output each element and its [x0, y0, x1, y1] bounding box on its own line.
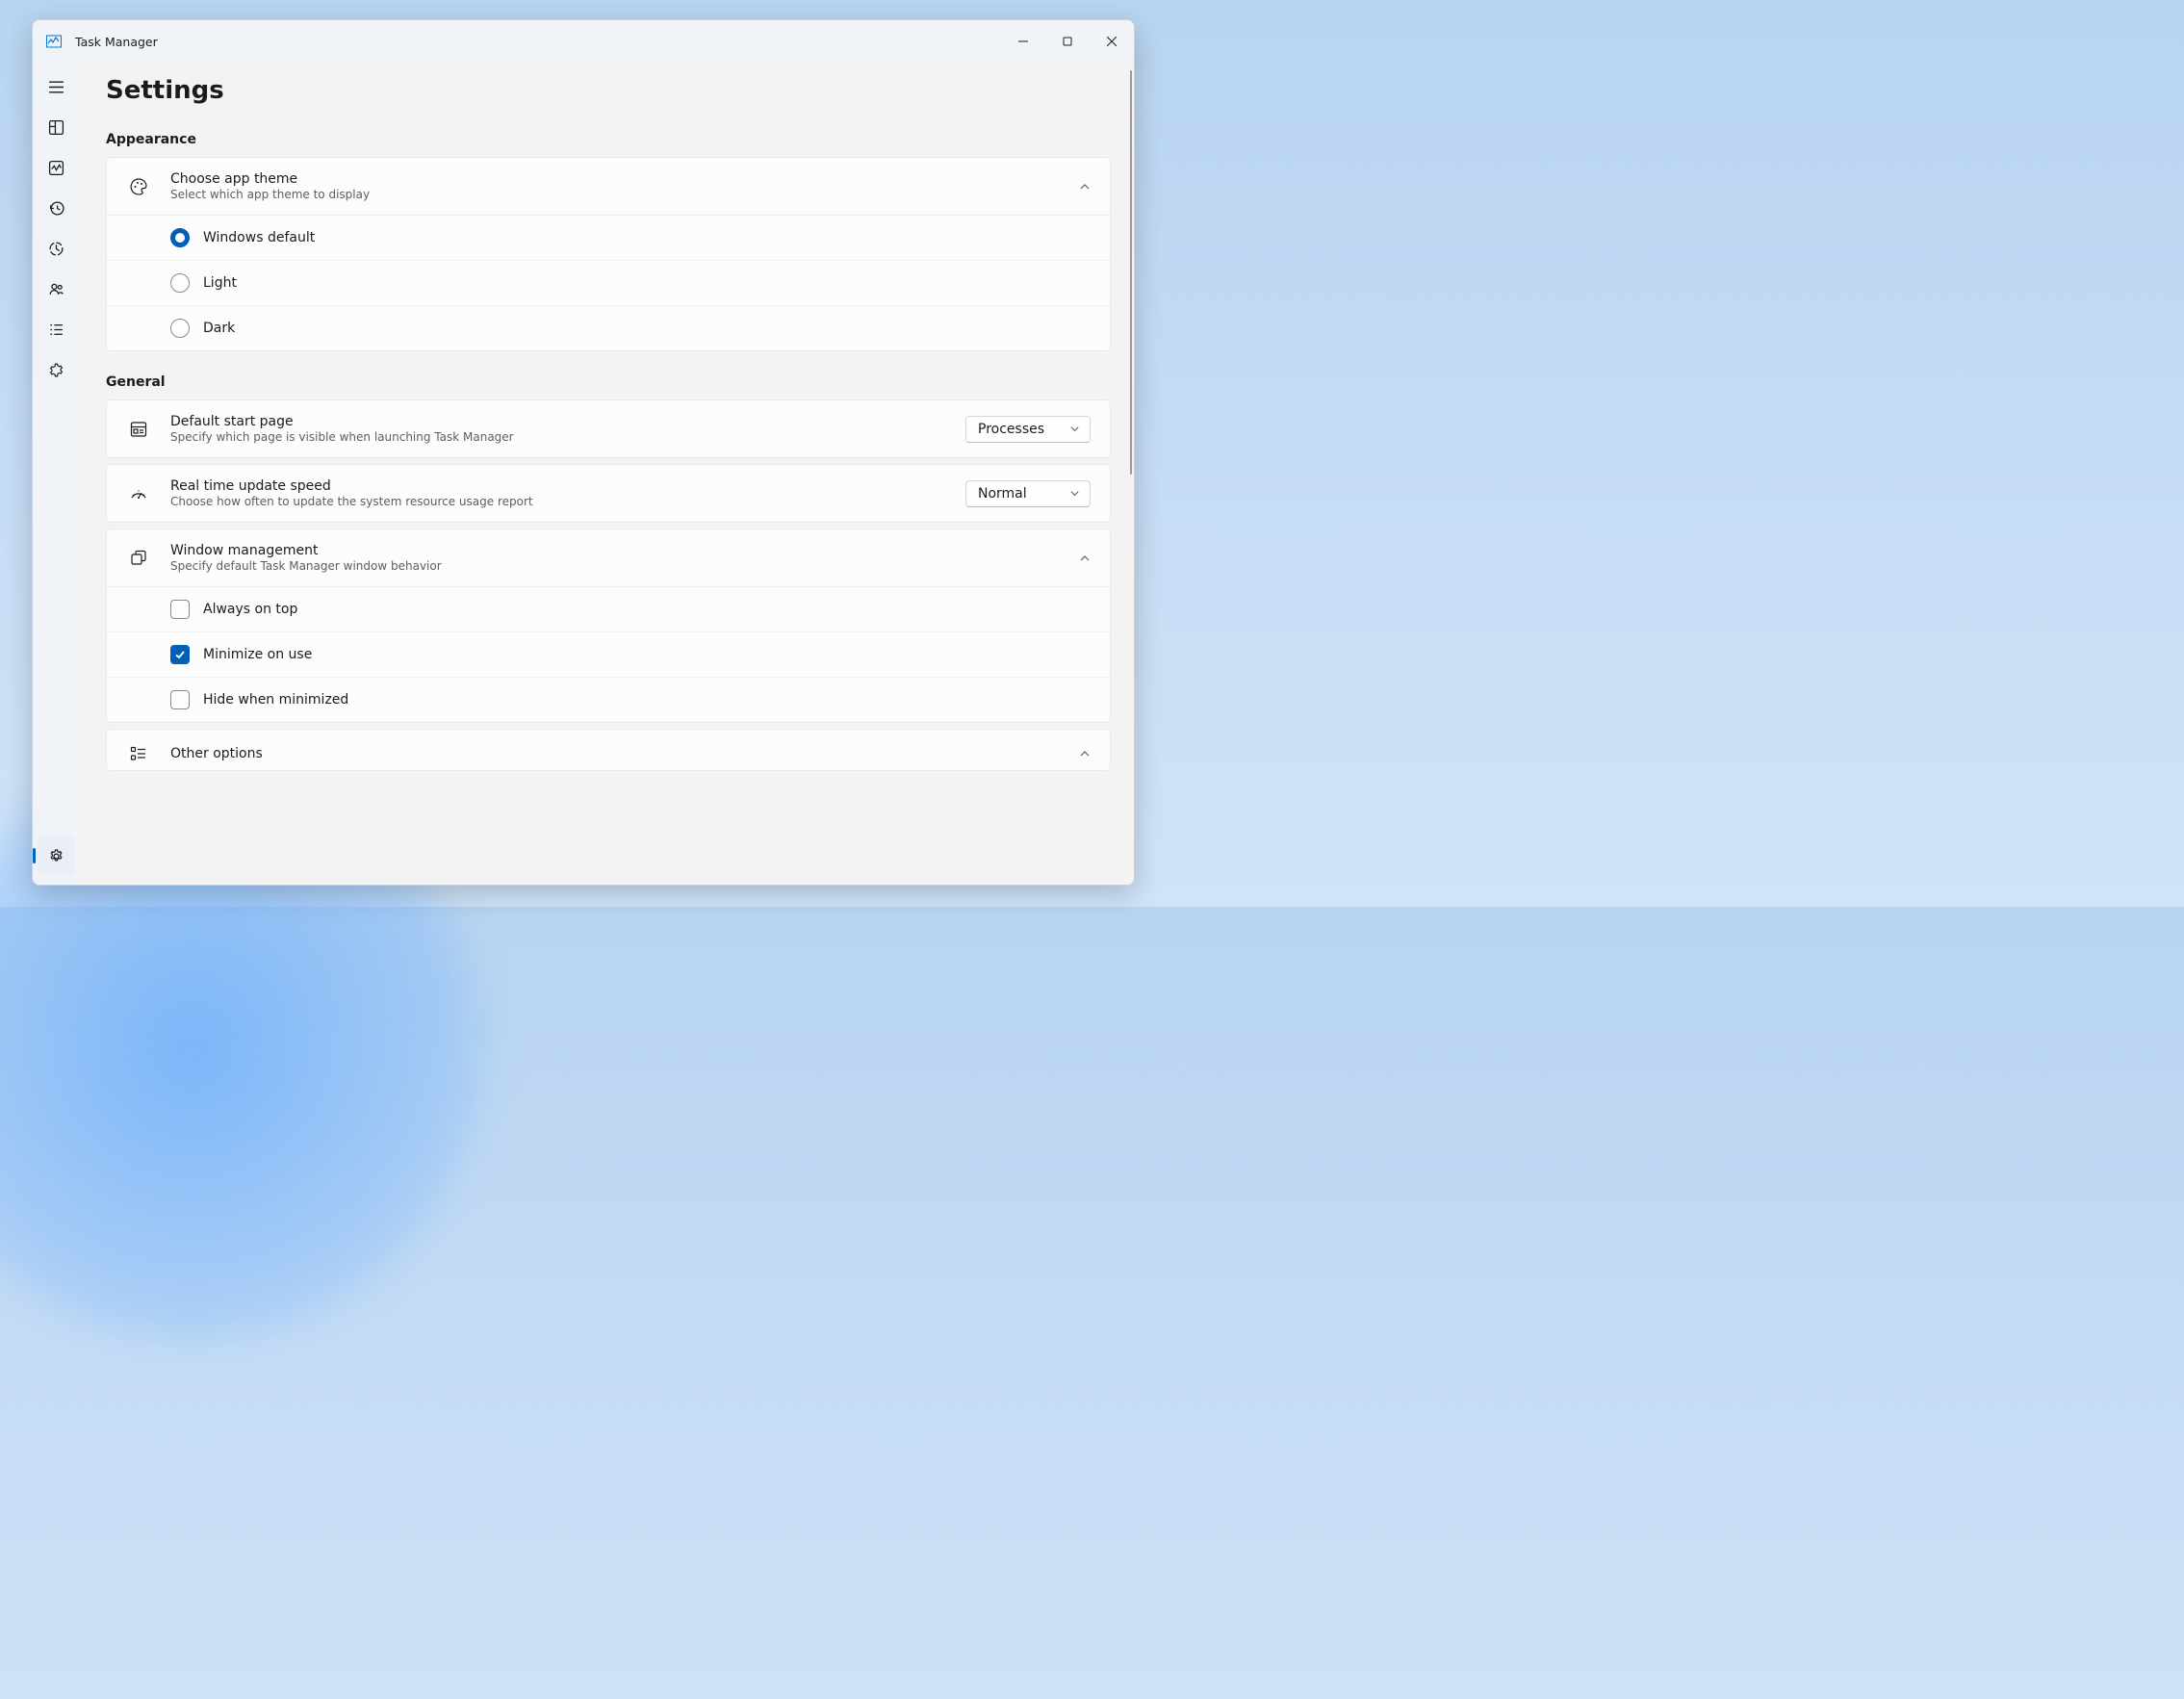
window-mgmt-subtitle: Specify default Task Manager window beha…: [170, 559, 1079, 573]
nav-users[interactable]: [37, 270, 75, 308]
nav-processes[interactable]: [37, 108, 75, 146]
titlebar[interactable]: Task Manager: [33, 20, 1134, 63]
chevron-up-icon: [1079, 553, 1091, 564]
checkbox-icon: [170, 600, 190, 619]
gauge-icon: [128, 483, 149, 504]
update-speed-title: Real time update speed: [170, 478, 965, 494]
chevron-down-icon: [1069, 424, 1080, 434]
start-page-title: Default start page: [170, 414, 965, 429]
nav-settings[interactable]: [37, 837, 75, 875]
chevron-up-icon: [1079, 748, 1091, 759]
checkbox-icon: [170, 645, 190, 664]
maximize-button[interactable]: [1045, 20, 1090, 63]
card-app-theme: Choose app theme Select which app theme …: [106, 157, 1111, 351]
card-update-speed: Real time update speed Choose how often …: [106, 464, 1111, 523]
radio-dark[interactable]: Dark: [107, 305, 1110, 350]
start-page-subtitle: Specify which page is visible when launc…: [170, 430, 965, 444]
card-window-management: Window management Specify default Task M…: [106, 528, 1111, 723]
chevron-up-icon: [1079, 181, 1091, 193]
checkbox-hide-when-minimized[interactable]: Hide when minimized: [107, 677, 1110, 722]
card-window-mgmt-header[interactable]: Window management Specify default Task M…: [107, 529, 1110, 586]
chevron-down-icon: [1069, 488, 1080, 499]
page-icon: [128, 419, 149, 440]
theme-subtitle: Select which app theme to display: [170, 188, 1079, 201]
nav-startup[interactable]: [37, 229, 75, 268]
main-content[interactable]: Settings Appearance Choose app theme Sel…: [79, 63, 1134, 885]
card-default-start-page: Default start page Specify which page is…: [106, 399, 1111, 458]
section-general-label: General: [106, 374, 1111, 390]
theme-title: Choose app theme: [170, 171, 1079, 187]
start-page-combo[interactable]: Processes: [965, 416, 1091, 443]
nav-performance[interactable]: [37, 148, 75, 187]
task-manager-window: Task Manager: [32, 19, 1135, 886]
close-button[interactable]: [1090, 20, 1134, 63]
checkbox-always-on-top[interactable]: Always on top: [107, 587, 1110, 631]
radio-icon: [170, 228, 190, 247]
card-start-page-header[interactable]: Default start page Specify which page is…: [107, 400, 1110, 457]
other-title: Other options: [170, 746, 1079, 761]
update-speed-combo[interactable]: Normal: [965, 480, 1091, 507]
nav-details[interactable]: [37, 310, 75, 348]
hamburger-button[interactable]: [37, 67, 75, 106]
card-other-options: Other options: [106, 729, 1111, 771]
nav-app-history[interactable]: [37, 189, 75, 227]
window-mgmt-title: Window management: [170, 543, 1079, 558]
update-speed-subtitle: Choose how often to update the system re…: [170, 495, 965, 508]
minimize-button[interactable]: [1001, 20, 1045, 63]
app-icon: [46, 34, 62, 49]
radio-icon: [170, 273, 190, 293]
card-app-theme-header[interactable]: Choose app theme Select which app theme …: [107, 158, 1110, 215]
radio-light[interactable]: Light: [107, 260, 1110, 305]
windows-stack-icon: [128, 548, 149, 569]
card-other-header[interactable]: Other options: [107, 730, 1110, 770]
checklist-icon: [128, 743, 149, 764]
checkbox-icon: [170, 690, 190, 709]
radio-windows-default[interactable]: Windows default: [107, 216, 1110, 260]
section-appearance-label: Appearance: [106, 132, 1111, 147]
page-title: Settings: [106, 76, 1111, 105]
checkbox-minimize-on-use[interactable]: Minimize on use: [107, 631, 1110, 677]
sidebar: [33, 63, 79, 885]
card-update-speed-header[interactable]: Real time update speed Choose how often …: [107, 465, 1110, 522]
scrollbar[interactable]: [1130, 70, 1133, 475]
nav-services[interactable]: [37, 350, 75, 389]
radio-icon: [170, 319, 190, 338]
titlebar-title: Task Manager: [75, 35, 1001, 49]
palette-icon: [128, 176, 149, 197]
